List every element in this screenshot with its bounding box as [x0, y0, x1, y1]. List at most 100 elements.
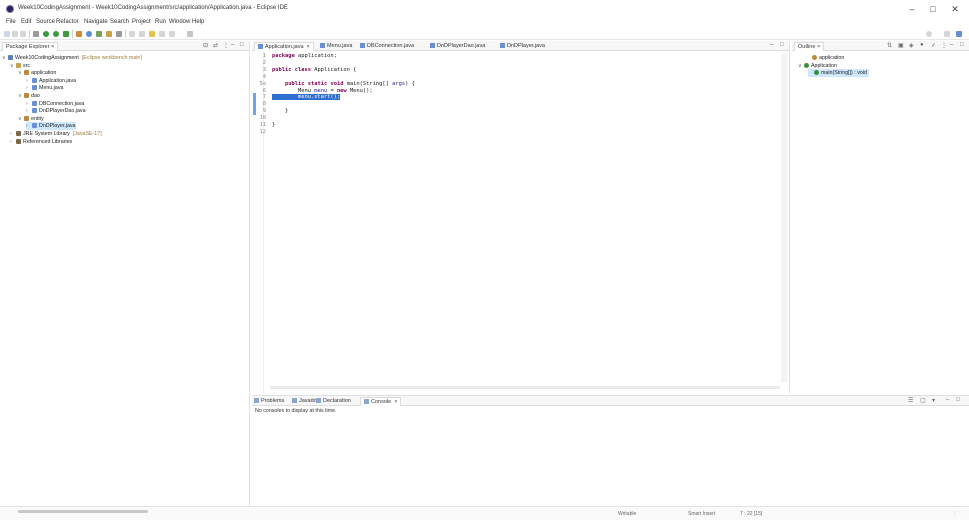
editor-tab[interactable]: DnDPlayer.java: [500, 42, 545, 51]
close-icon[interactable]: ×: [394, 399, 397, 405]
tree-node-icon: [8, 55, 13, 61]
tree-item-decoration: [JavaSE-17]: [72, 131, 102, 137]
status-bar: Writable Smart Insert 7 : 22 [15] ⋮: [0, 506, 969, 520]
tab-console[interactable]: Console ×: [360, 397, 402, 406]
editor-tab[interactable]: DnDPlayerDao.java: [430, 42, 485, 51]
outline-node-icon: [814, 70, 819, 76]
tree-item-label: Week10CodingAssignment: [15, 55, 79, 61]
new-class-icon[interactable]: [96, 31, 102, 37]
last-edit-icon[interactable]: [149, 31, 155, 37]
close-icon[interactable]: ×: [817, 44, 820, 50]
minimize-view-icon[interactable]: –: [231, 42, 234, 48]
outline-item[interactable]: main(String[]) : void: [808, 69, 869, 78]
menu-edit[interactable]: Edit: [21, 19, 31, 25]
minimize-view-icon[interactable]: –: [946, 397, 949, 403]
menu-help[interactable]: Help: [192, 19, 204, 25]
line-number: 12: [259, 128, 267, 135]
outline-panel: Outline × ⇅ ▣ ◈ ● ✓ ⋮ – □ application ∨ Ap…: [792, 41, 969, 393]
status-insert-mode: Smart Insert: [688, 511, 716, 517]
maximize-view-icon[interactable]: □: [780, 42, 784, 48]
code-editor[interactable]: 1 package application; 2 3 public class Appl…: [256, 53, 775, 383]
tab-problems[interactable]: Problems: [254, 397, 284, 406]
close-button[interactable]: ✕: [948, 3, 962, 15]
menu-refactor[interactable]: Refactor: [56, 19, 79, 25]
view-menu-icon[interactable]: ⋮: [941, 42, 947, 49]
search-icon[interactable]: [116, 31, 122, 37]
maximize-button[interactable]: □: [926, 3, 940, 15]
hide-fields-icon[interactable]: ▣: [898, 42, 904, 49]
editor-tab[interactable]: Application.java ×: [254, 42, 314, 51]
menu-window[interactable]: Window: [169, 19, 190, 25]
code-text: public class Application {: [272, 66, 357, 73]
editor-tab[interactable]: DBConnection.java: [360, 42, 414, 51]
new-icon[interactable]: [4, 31, 10, 37]
tab-label: Package Explorer: [6, 44, 50, 50]
tree-item-label: DnDPlayerDao.java: [39, 108, 86, 115]
menu-navigate[interactable]: Navigate: [84, 19, 108, 25]
tab-package-explorer[interactable]: Package Explorer ×: [2, 42, 59, 51]
outline-node-icon: [804, 62, 809, 68]
previous-annotation-icon[interactable]: [139, 31, 145, 37]
external-tools-icon[interactable]: [63, 31, 69, 37]
coverage-icon[interactable]: [53, 31, 59, 37]
editor-tab[interactable]: Menu.java: [320, 42, 352, 51]
debug-icon[interactable]: [33, 31, 39, 37]
problems-icon: [254, 398, 259, 404]
editor-tab-label: Application.java: [265, 44, 304, 50]
java-file-icon: [430, 43, 435, 49]
minimize-view-icon[interactable]: –: [770, 42, 773, 48]
console-message: No consoles to display at this time.: [255, 408, 337, 414]
java-perspective-icon[interactable]: [956, 31, 962, 37]
back-icon[interactable]: [159, 31, 165, 37]
declaration-icon: [316, 398, 321, 404]
toolbar-separator: [29, 30, 30, 38]
open-perspective-icon[interactable]: [944, 31, 950, 37]
quick-access-search-icon[interactable]: [926, 31, 932, 37]
collapse-all-icon[interactable]: ⊟: [203, 42, 208, 49]
maximize-view-icon[interactable]: □: [240, 42, 244, 48]
console-options-icon[interactable]: ☰: [908, 397, 913, 404]
view-menu-icon[interactable]: ⋮: [223, 42, 229, 49]
minimize-view-icon[interactable]: –: [950, 42, 953, 48]
pin-editor-icon[interactable]: [187, 31, 193, 37]
code-line[interactable]: 12: [256, 129, 776, 136]
tree-item-label: DBConnection.java: [39, 100, 85, 107]
close-icon[interactable]: ×: [51, 44, 54, 50]
sort-icon[interactable]: ⇅: [887, 42, 892, 49]
new-java-project-icon[interactable]: [76, 31, 82, 37]
save-all-icon[interactable]: [20, 31, 26, 37]
tab-declaration[interactable]: Declaration: [316, 397, 351, 406]
hide-nonpublic-icon[interactable]: ●: [920, 42, 924, 48]
status-menu-icon[interactable]: ⋮: [952, 511, 957, 517]
display-console-icon[interactable]: ▢: [920, 397, 926, 404]
tree-item-label: application: [31, 70, 57, 77]
save-icon[interactable]: [12, 31, 18, 37]
hide-static-icon[interactable]: ◈: [909, 42, 914, 49]
maximize-view-icon[interactable]: □: [960, 42, 964, 48]
menu-run[interactable]: Run: [155, 19, 166, 25]
tab-outline[interactable]: Outline ×: [794, 42, 825, 51]
next-annotation-icon[interactable]: [129, 31, 135, 37]
focus-icon[interactable]: ✓: [931, 42, 936, 49]
run-icon[interactable]: [43, 31, 49, 37]
menu-search[interactable]: Search: [110, 19, 129, 25]
main-toolbar: [0, 28, 969, 40]
status-progress-scrollbar[interactable]: [18, 510, 148, 513]
menu-source[interactable]: Source: [36, 19, 55, 25]
close-icon[interactable]: ×: [307, 44, 310, 50]
code-text: public static void main(String[] args) {: [284, 80, 415, 87]
tree-item[interactable]: › Referenced Libraries: [10, 138, 72, 146]
menu-project[interactable]: Project: [132, 19, 151, 25]
open-console-icon[interactable]: ▾: [932, 397, 935, 404]
maximize-view-icon[interactable]: □: [956, 397, 960, 403]
minimize-button[interactable]: –: [905, 3, 919, 15]
forward-icon[interactable]: [169, 31, 175, 37]
new-package-icon[interactable]: [86, 31, 92, 37]
tree-node-icon: [32, 108, 37, 114]
link-editor-icon[interactable]: ⇄: [213, 42, 218, 49]
menu-file[interactable]: File: [6, 19, 16, 25]
editor-vertical-scrollbar[interactable]: [781, 53, 787, 383]
editor-horizontal-scrollbar[interactable]: [270, 386, 780, 389]
eclipse-logo-icon: [6, 5, 14, 13]
open-type-icon[interactable]: [106, 31, 112, 37]
